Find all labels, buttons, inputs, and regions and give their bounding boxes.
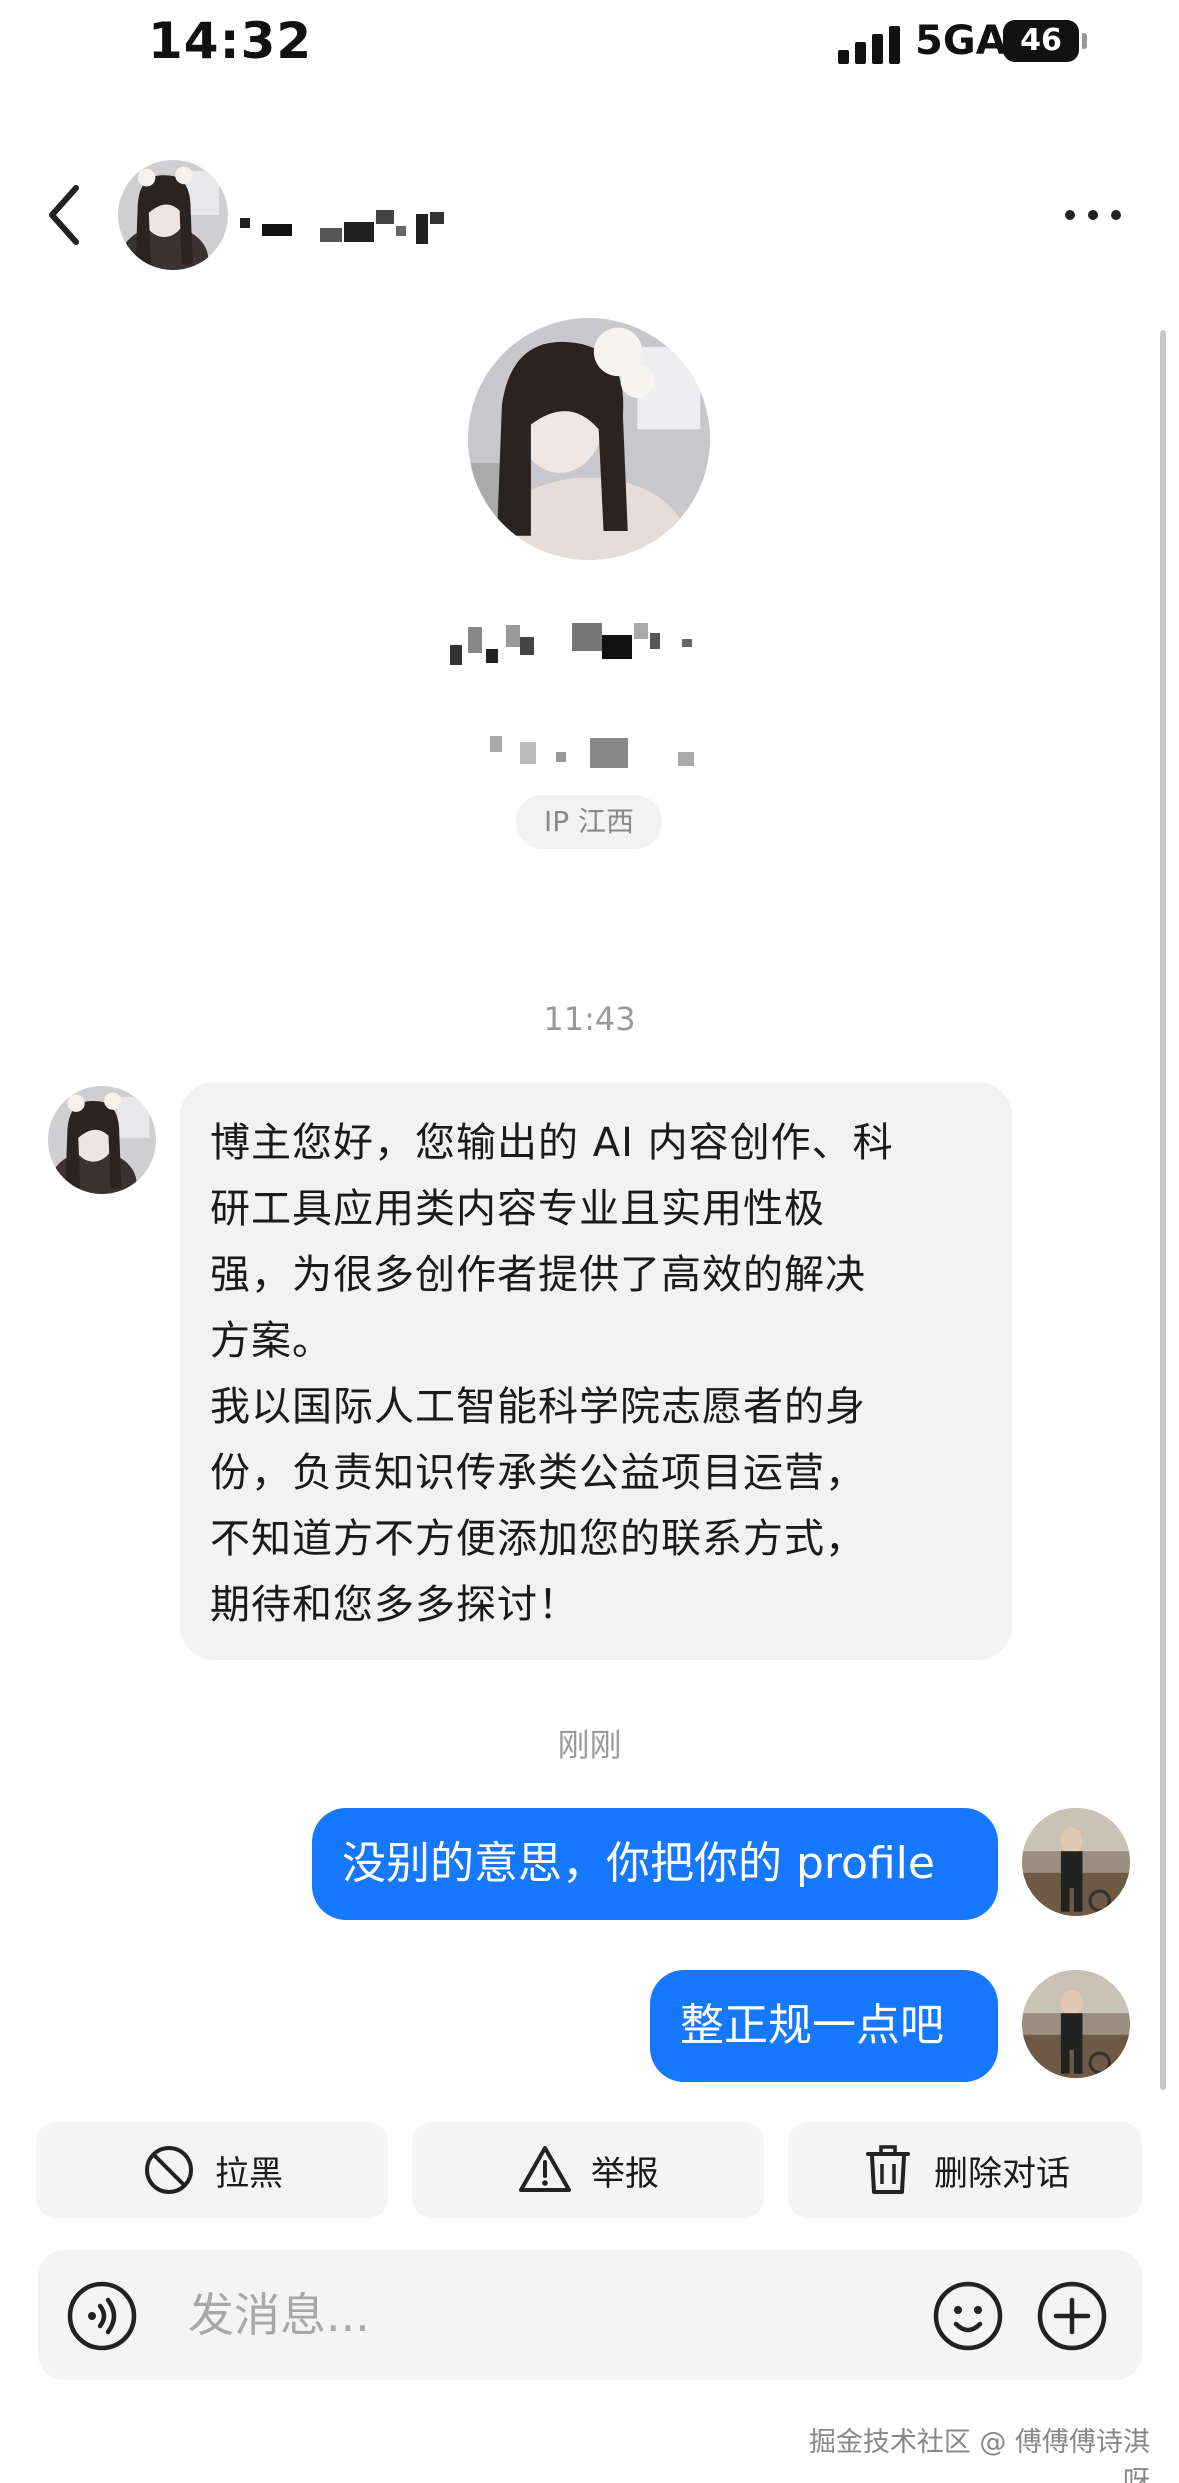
battery-level: 46 xyxy=(1020,23,1062,58)
status-time: 14:32 xyxy=(148,12,313,70)
message-line: 不知道方不方便添加您的联系方式， xyxy=(210,1516,866,1562)
incoming-message-bubble[interactable]: 博主您好，您输出的 AI 内容创作、科 研工具应用类内容专业且实用性极 强，为很… xyxy=(180,1082,1012,1660)
profile-avatar[interactable] xyxy=(468,318,710,560)
message-timestamp: 11:43 xyxy=(543,1000,636,1038)
voice-button[interactable] xyxy=(66,2280,138,2352)
redacted-contact-name xyxy=(240,210,444,244)
chat-screen: 14:32 5GA 46 IP 江西 11:43 博主您好，您输出的 AI 内容… xyxy=(0,0,1179,2483)
emoji-button[interactable] xyxy=(932,2280,1004,2352)
message-composer xyxy=(38,2250,1142,2380)
redacted-profile-id xyxy=(490,736,694,768)
block-label: 拉黑 xyxy=(215,2153,283,2194)
my-avatar-photo xyxy=(1022,1970,1130,2078)
battery-icon: 46 xyxy=(1003,20,1079,62)
contact-avatar[interactable] xyxy=(118,160,228,270)
status-bar: 14:32 5GA 46 xyxy=(0,0,1179,90)
more-button[interactable] xyxy=(1058,195,1128,235)
avatar-photo xyxy=(118,160,228,270)
message-line: 期待和您多多探讨！ xyxy=(210,1582,579,1628)
sender-photo xyxy=(48,1086,156,1194)
report-button[interactable]: 举报 xyxy=(412,2122,764,2218)
message-input[interactable] xyxy=(186,2274,750,2356)
signal-icon xyxy=(838,24,900,64)
scrollbar[interactable] xyxy=(1160,330,1166,2090)
watermark: 掘金技术社区 @ 傅傅傅诗淇呀 xyxy=(808,2427,1150,2483)
block-button[interactable]: 拉黑 xyxy=(36,2122,388,2218)
report-label: 举报 xyxy=(591,2153,659,2194)
message-line: 研工具应用类内容专业且实用性极 xyxy=(210,1186,825,1232)
warning-icon xyxy=(519,2146,571,2192)
chevron-left-icon xyxy=(49,185,79,245)
my-avatar-photo xyxy=(1022,1808,1130,1916)
message-line: 份，负责知识传承类公益项目运营， xyxy=(210,1450,866,1496)
ip-location-badge: IP 江西 xyxy=(516,795,662,849)
message-line: 博主您好，您输出的 AI 内容创作、科 xyxy=(210,1120,894,1166)
back-button[interactable] xyxy=(40,180,92,250)
delete-conversation-label: 删除对话 xyxy=(934,2153,1070,2194)
redacted-profile-name xyxy=(450,623,692,665)
more-horizontal-icon xyxy=(1065,210,1121,220)
delete-conversation-button[interactable]: 删除对话 xyxy=(788,2122,1142,2218)
message-timestamp: 刚刚 xyxy=(557,1726,622,1764)
message-line: 强，为很多创作者提供了高效的解决 xyxy=(210,1252,866,1298)
trash-icon xyxy=(866,2145,910,2194)
emoji-icon xyxy=(933,2281,1003,2351)
battery-nub xyxy=(1082,33,1087,49)
plus-icon xyxy=(1037,2281,1107,2351)
voice-icon xyxy=(67,2281,137,2351)
outgoing-message-bubble[interactable]: 没别的意思，你把你的 profile xyxy=(312,1808,998,1920)
message-line: 我以国际人工智能科学院志愿者的身 xyxy=(210,1384,866,1430)
plus-button[interactable] xyxy=(1036,2280,1108,2352)
my-avatar[interactable] xyxy=(1022,1808,1130,1916)
my-avatar[interactable] xyxy=(1022,1970,1130,2078)
profile-photo xyxy=(468,318,710,560)
block-icon xyxy=(145,2146,193,2194)
outgoing-message-bubble[interactable]: 整正规一点吧 xyxy=(650,1970,998,2082)
sender-avatar[interactable] xyxy=(48,1086,156,1194)
message-line: 方案。 xyxy=(210,1318,333,1364)
network-label: 5GA xyxy=(915,18,1007,64)
